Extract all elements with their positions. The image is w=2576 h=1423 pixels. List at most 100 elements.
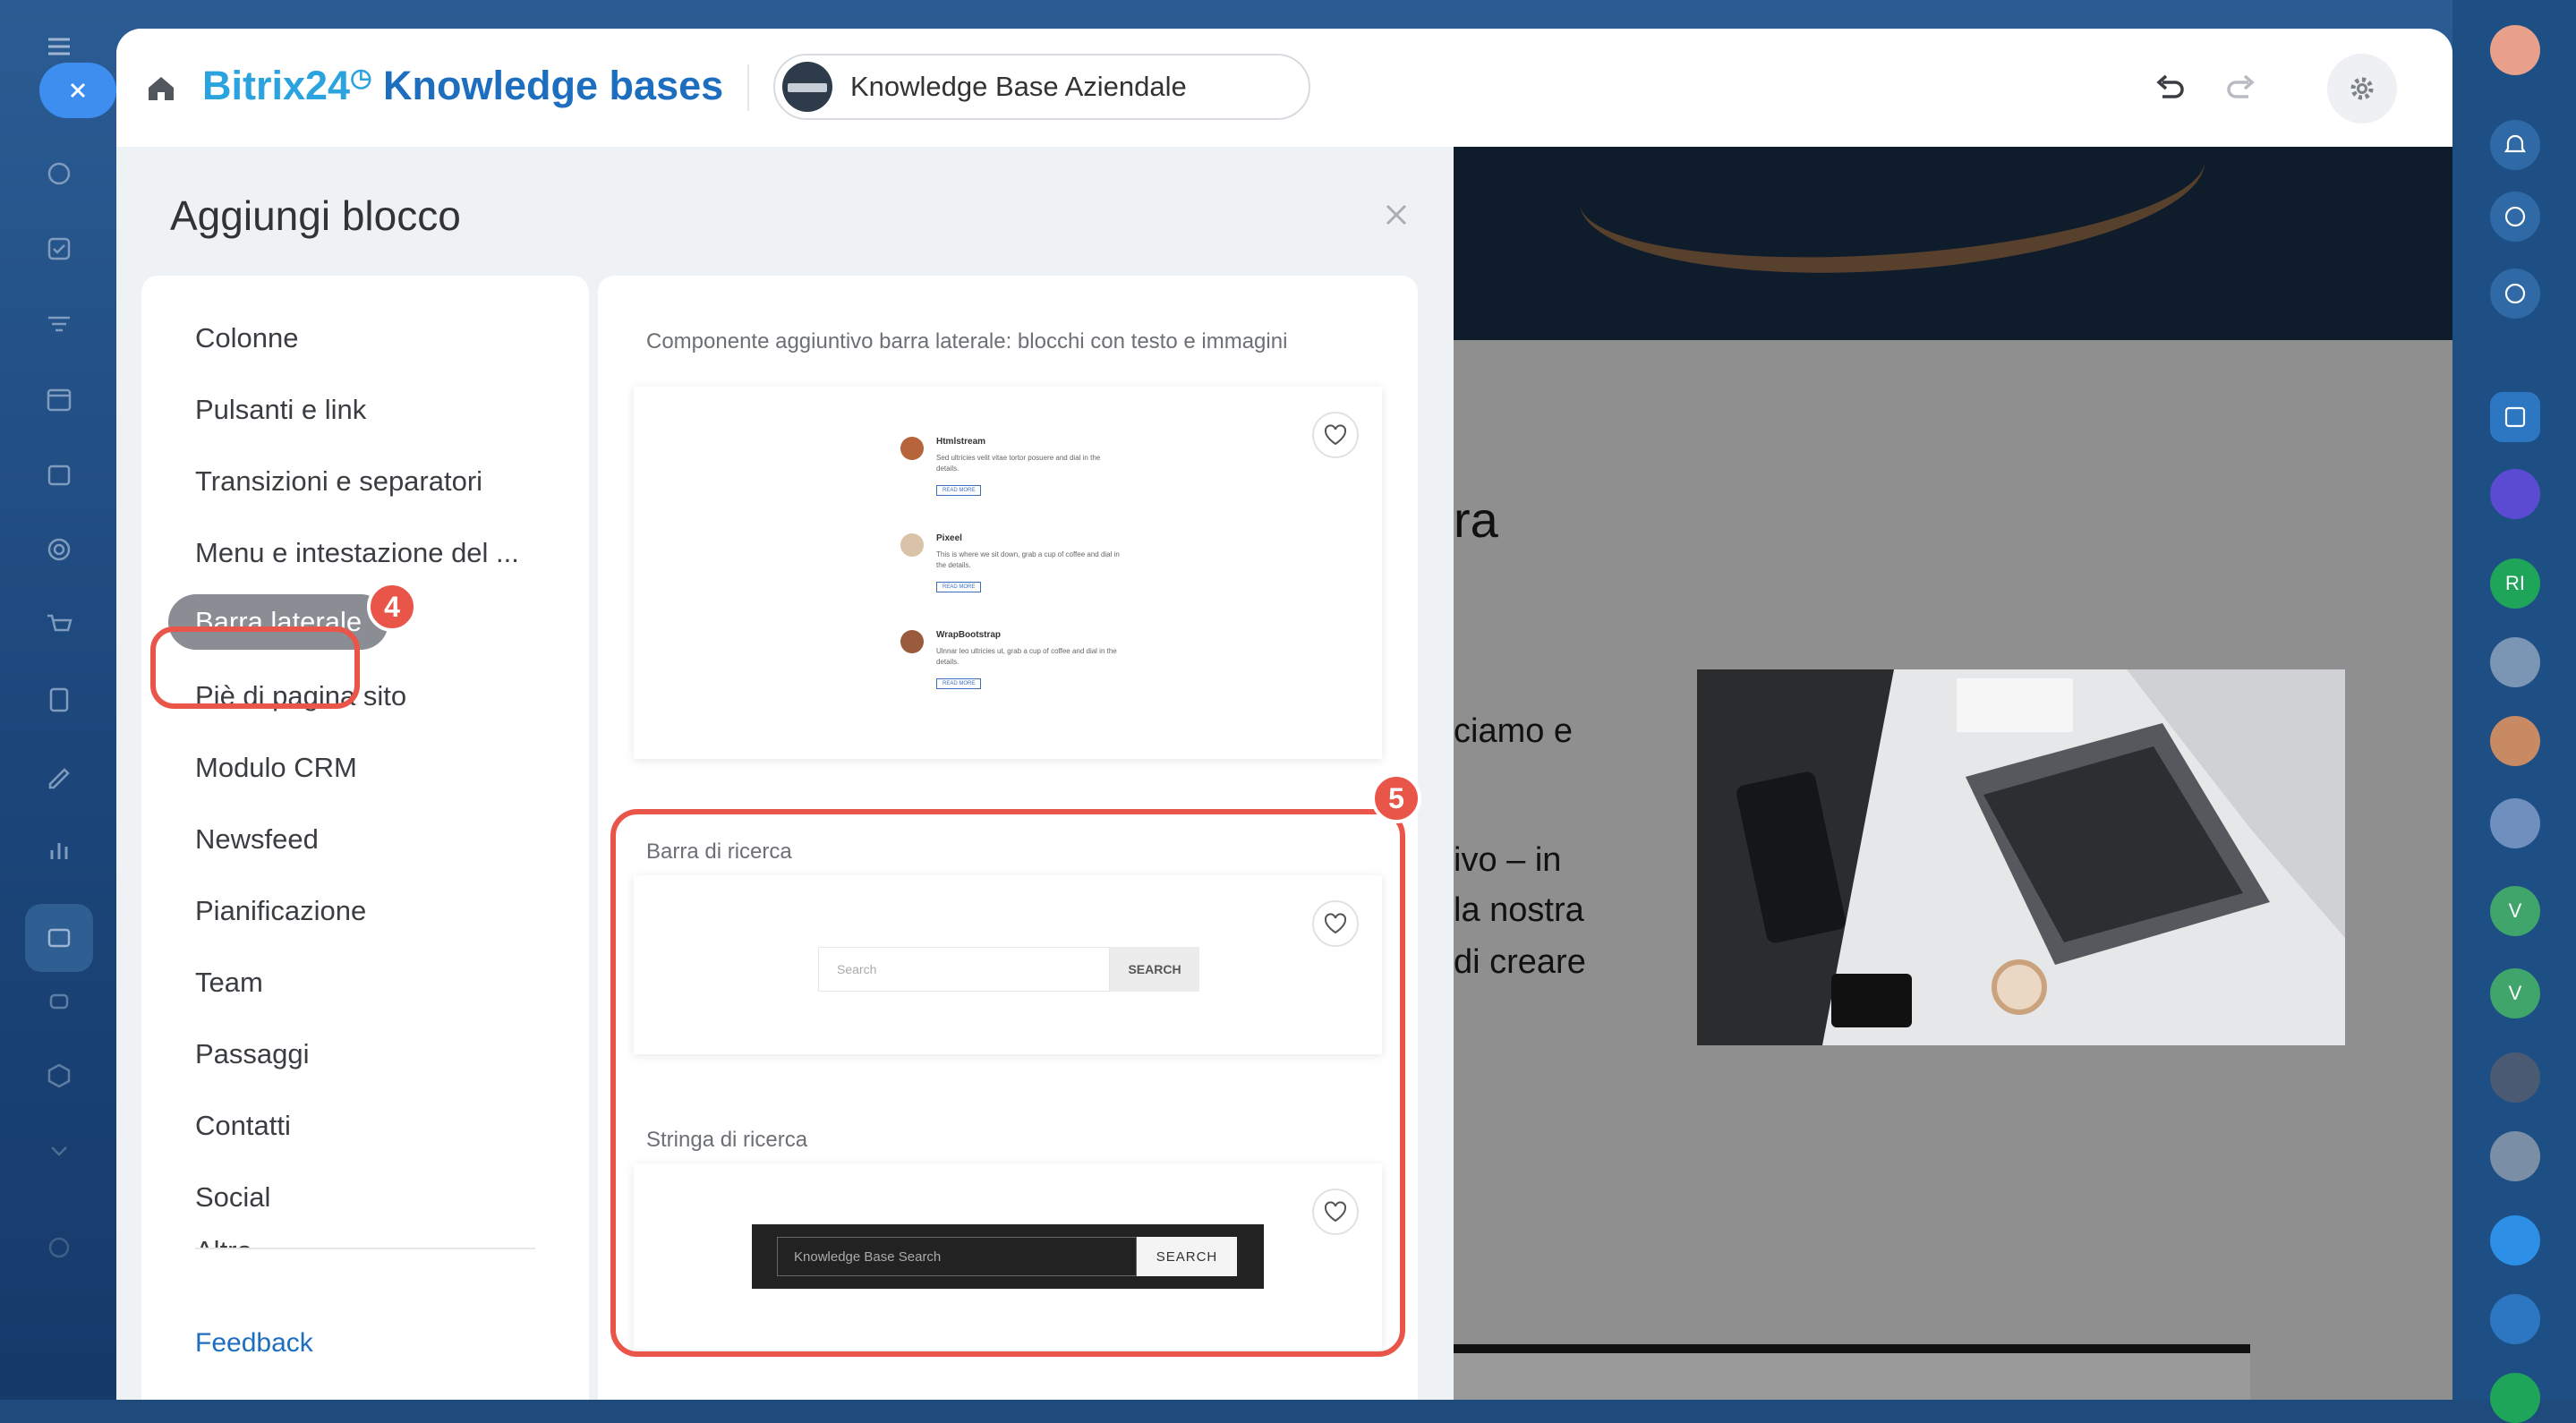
- add-block-panel: Aggiungi blocco Colonne Pulsanti e link …: [116, 147, 1454, 1400]
- copilot-icon[interactable]: [2490, 192, 2540, 242]
- preview-name: WrapBootstrap: [936, 630, 1002, 640]
- redo-icon[interactable]: [2220, 66, 2263, 109]
- divider: [195, 1248, 535, 1249]
- step-badge: 4: [367, 582, 417, 632]
- category-item[interactable]: Newsfeed: [195, 823, 319, 856]
- preview-text: Sed ultricies velit vitae tortor posuere…: [936, 454, 1101, 473]
- avatar-initials: RI: [2505, 572, 2525, 594]
- undo-icon[interactable]: [2148, 66, 2191, 109]
- analytics-icon[interactable]: [39, 831, 79, 870]
- category-item[interactable]: Contatti: [195, 1110, 291, 1142]
- box-icon[interactable]: [39, 1056, 79, 1095]
- chat-search-icon[interactable]: [2490, 268, 2540, 319]
- kb-selector-label: Knowledge Base Aziendale: [850, 71, 1187, 102]
- group-avatar-ri[interactable]: RI: [2490, 558, 2540, 609]
- preview-text: la nostra: [1454, 891, 1584, 929]
- contact-avatar[interactable]: [2490, 1131, 2540, 1181]
- contact-avatar-v[interactable]: V: [2490, 968, 2540, 1018]
- settings-circle-icon[interactable]: [39, 1228, 79, 1267]
- archive-icon[interactable]: [39, 455, 79, 494]
- preview-text: Ulnnar leo ultricies ut, grab a cup of c…: [936, 647, 1117, 666]
- avatar-initials: V: [2508, 899, 2522, 922]
- feedback-link[interactable]: Feedback: [195, 1328, 313, 1359]
- knowledge-base-window: Bitrix24◷ Knowledge bases Knowledge Base…: [116, 29, 2452, 1400]
- close-icon: [70, 82, 86, 98]
- preview-text: This is where we sit down, grab a cup of…: [936, 550, 1120, 569]
- category-item[interactable]: Menu e intestazione del ...: [195, 537, 519, 569]
- kb-avatar: [782, 62, 832, 112]
- heart-icon: [1324, 424, 1347, 446]
- contact-avatar[interactable]: [2490, 716, 2540, 766]
- step-badge: 5: [1371, 773, 1421, 823]
- chat-bubble-icon[interactable]: [2490, 1215, 2540, 1265]
- preview-photo: [1697, 669, 2345, 1045]
- clock-icon: ◷: [350, 64, 372, 91]
- page-preview: ra ciamo e ivo – in la nostra di creare: [1454, 147, 2452, 1400]
- calendar-icon[interactable]: [39, 379, 79, 419]
- category-list: Colonne Pulsanti e link Transizioni e se…: [141, 276, 589, 1400]
- brand-prefix: Bitrix24: [202, 63, 351, 108]
- category-item[interactable]: Colonne: [195, 322, 298, 354]
- preview-button: READ MORE: [936, 678, 982, 689]
- gear-icon: [2350, 77, 2374, 100]
- category-item[interactable]: Pianificazione: [195, 895, 366, 927]
- divider: [747, 64, 749, 111]
- preview-avatar: [900, 533, 924, 557]
- sites-icon[interactable]: [25, 904, 93, 972]
- preview-footer: [1454, 1353, 2250, 1400]
- bell-icon[interactable]: [2490, 120, 2540, 170]
- block-preview-sidebar[interactable]: Htmlstream Sed ultricies velit vitae tor…: [634, 387, 1382, 759]
- category-item[interactable]: Modulo CRM: [195, 752, 357, 784]
- filter-icon[interactable]: [39, 304, 79, 344]
- chevron-down-icon[interactable]: [39, 1131, 79, 1171]
- preview-avatar: [900, 630, 924, 653]
- more-icon[interactable]: [2490, 1373, 2540, 1423]
- tasks-icon[interactable]: [39, 229, 79, 268]
- header: Bitrix24◷ Knowledge bases Knowledge Base…: [116, 29, 2452, 147]
- brand-suffix: Knowledge bases: [383, 63, 724, 108]
- highlight-search-blocks: [610, 809, 1405, 1357]
- panel-title: Aggiungi blocco: [170, 192, 461, 239]
- user-avatar[interactable]: [2490, 25, 2540, 75]
- menu-icon[interactable]: [39, 27, 79, 66]
- avatar-initials: V: [2508, 982, 2522, 1004]
- preview-text: ivo – in: [1454, 841, 1562, 879]
- preview-name: Htmlstream: [936, 437, 986, 447]
- preview-text: ciamo e: [1454, 712, 1574, 750]
- preview-text: di creare: [1454, 943, 1586, 981]
- category-item[interactable]: Team: [195, 967, 263, 999]
- sign-icon[interactable]: [39, 755, 79, 795]
- close-icon[interactable]: [1378, 197, 1414, 233]
- left-sidebar: [0, 0, 116, 1400]
- category-item[interactable]: Transizioni e separatori: [195, 465, 482, 498]
- preview-avatar: [900, 437, 924, 460]
- ai-chat-icon[interactable]: [2490, 469, 2540, 519]
- cart-icon[interactable]: [39, 605, 79, 644]
- block-title: Componente aggiuntivo barra laterale: bl…: [646, 329, 1288, 354]
- preview-button: READ MORE: [936, 582, 982, 592]
- preview-button: READ MORE: [936, 485, 982, 496]
- category-item[interactable]: Passaggi: [195, 1038, 310, 1070]
- settings-button[interactable]: [2327, 54, 2397, 124]
- group-chat-avatar[interactable]: [2490, 637, 2540, 687]
- preview-hero: [1454, 147, 2452, 340]
- bookmark-icon[interactable]: [2490, 1294, 2540, 1344]
- category-item[interactable]: Pulsanti e link: [195, 394, 366, 426]
- category-item[interactable]: Social: [195, 1181, 270, 1214]
- robot-icon[interactable]: [39, 981, 79, 1020]
- document-icon[interactable]: [39, 680, 79, 720]
- contact-avatar[interactable]: [2490, 1052, 2540, 1103]
- contact-avatar[interactable]: [2490, 798, 2540, 848]
- favorite-button[interactable]: [1312, 412, 1359, 458]
- app-title[interactable]: Bitrix24◷ Knowledge bases: [202, 63, 723, 109]
- preview-heading: ra: [1454, 491, 1498, 548]
- preview-name: Pixeel: [936, 533, 962, 543]
- contact-avatar-v[interactable]: V: [2490, 886, 2540, 936]
- tasks-chat-icon[interactable]: [2490, 392, 2540, 442]
- knowledge-base-selector[interactable]: Knowledge Base Aziendale: [773, 54, 1310, 120]
- target-icon[interactable]: [39, 530, 79, 569]
- sitemap-icon[interactable]: [39, 154, 79, 193]
- preview-divider: [1454, 1344, 2250, 1353]
- close-slider-button[interactable]: [39, 63, 116, 118]
- home-icon[interactable]: [143, 70, 179, 106]
